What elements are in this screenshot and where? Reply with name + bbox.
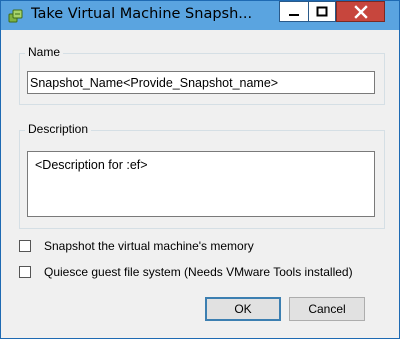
description-group-label: Description	[25, 122, 92, 136]
minimize-icon	[289, 13, 299, 16]
close-icon	[353, 4, 368, 19]
name-group-label: Name	[25, 45, 64, 59]
memory-checkbox[interactable]	[19, 240, 31, 252]
snapshot-name-input[interactable]	[27, 71, 375, 94]
close-button[interactable]	[336, 1, 385, 22]
memory-checkbox-label: Snapshot the virtual machine's memory	[44, 239, 254, 253]
snapshot-icon	[8, 9, 23, 23]
description-text: <Description for :ef>	[35, 158, 148, 172]
maximize-icon	[316, 6, 328, 16]
snapshot-dialog: Take Virtual Machine Snapsh... Name Desc…	[0, 0, 400, 339]
description-textarea[interactable]: <Description for :ef>	[27, 151, 375, 217]
quiesce-option[interactable]: Quiesce guest file system (Needs VMware …	[19, 265, 353, 279]
maximize-button[interactable]	[308, 1, 336, 22]
quiesce-checkbox-label: Quiesce guest file system (Needs VMware …	[44, 265, 353, 279]
quiesce-checkbox[interactable]	[19, 266, 31, 278]
memory-option[interactable]: Snapshot the virtual machine's memory	[19, 239, 254, 253]
ok-button[interactable]: OK	[205, 297, 281, 321]
title-bar[interactable]: Take Virtual Machine Snapsh...	[1, 1, 399, 30]
cancel-button[interactable]: Cancel	[289, 297, 365, 321]
minimize-button[interactable]	[279, 1, 308, 22]
window-title: Take Virtual Machine Snapsh...	[31, 6, 253, 22]
